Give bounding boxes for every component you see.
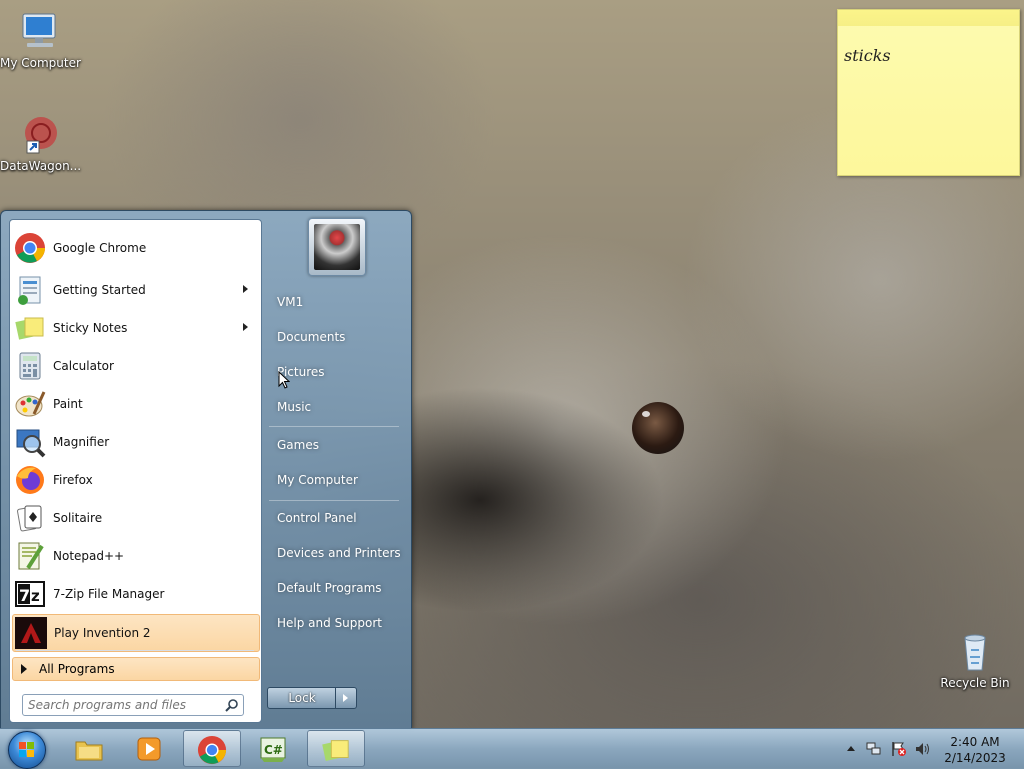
search-icon[interactable] bbox=[225, 698, 239, 712]
right-pane-separator bbox=[269, 426, 399, 427]
program-notepadpp[interactable]: Notepad++ bbox=[12, 538, 258, 574]
action-center-flag-icon[interactable] bbox=[891, 741, 907, 757]
taskbar-button-csharp[interactable]: C# bbox=[245, 730, 303, 767]
program-label: 7-Zip File Manager bbox=[53, 587, 165, 601]
program-label: Getting Started bbox=[53, 283, 146, 297]
program-label: Google Chrome bbox=[53, 241, 147, 255]
desktop-icon-my-computer[interactable]: My Computer bbox=[0, 10, 81, 70]
svg-text:C#: C# bbox=[264, 743, 283, 757]
taskbar-button-chrome[interactable] bbox=[183, 730, 241, 767]
start-link-help-and-support[interactable]: Help and Support bbox=[267, 608, 401, 638]
program-magnifier[interactable]: Magnifier bbox=[12, 424, 258, 460]
lock-button[interactable]: Lock bbox=[267, 687, 337, 709]
program-label: Solitaire bbox=[53, 511, 103, 525]
computer-icon bbox=[17, 10, 61, 54]
program-label: Paint bbox=[53, 397, 83, 411]
show-hidden-icons-chevron-icon[interactable] bbox=[845, 741, 861, 757]
program-calculator[interactable]: Calculator bbox=[12, 348, 258, 384]
media-player-icon bbox=[134, 734, 164, 764]
program-google-chrome[interactable]: Google Chrome bbox=[12, 230, 258, 266]
svg-text:7: 7 bbox=[19, 586, 30, 605]
program-paint[interactable]: Paint bbox=[12, 386, 258, 422]
taskbar-clock[interactable]: 2:40 AM 2/14/2023 bbox=[935, 734, 1015, 766]
shutdown-options-arrow-button[interactable] bbox=[335, 687, 357, 709]
clock-date: 2/14/2023 bbox=[944, 751, 1006, 765]
program-label: Play Invention 2 bbox=[54, 626, 151, 640]
start-button[interactable] bbox=[8, 731, 46, 769]
calculator-icon bbox=[14, 350, 46, 382]
datawagon-shortcut-icon bbox=[17, 113, 61, 157]
program-getting-started[interactable]: Getting Started bbox=[12, 272, 258, 308]
taskbar: C# 2:40 AM 2/14/2023 bbox=[0, 728, 1024, 769]
user-avatar[interactable] bbox=[308, 218, 366, 276]
chrome-icon bbox=[197, 735, 227, 765]
sticky-notes-icon bbox=[321, 735, 351, 765]
desktop-icon-datawagon[interactable]: DataWagon... bbox=[0, 113, 82, 173]
windows-logo-icon bbox=[19, 742, 34, 757]
program-solitaire[interactable]: Solitaire bbox=[12, 500, 258, 536]
submenu-arrow-icon bbox=[243, 323, 248, 331]
all-programs-label: All Programs bbox=[39, 662, 115, 676]
program-label: Magnifier bbox=[53, 435, 110, 449]
all-programs-arrow-icon bbox=[21, 664, 27, 674]
desktop-icon-recycle-bin[interactable]: Recycle Bin bbox=[936, 630, 1014, 690]
notepadpp-icon bbox=[14, 540, 46, 572]
taskbar-button-explorer[interactable] bbox=[61, 730, 119, 767]
sticky-note-text[interactable]: sticks bbox=[838, 24, 897, 87]
start-link-games[interactable]: Games bbox=[267, 430, 401, 460]
taskbar-button-sticky-notes[interactable] bbox=[307, 730, 365, 767]
start-link-music[interactable]: Music bbox=[267, 392, 401, 422]
sticky-note[interactable]: sticks bbox=[837, 9, 1020, 176]
program-label: Notepad++ bbox=[53, 549, 125, 563]
program-play-invention-2[interactable]: Play Invention 2 bbox=[12, 614, 260, 652]
program-label: Sticky Notes bbox=[53, 321, 128, 335]
search-input[interactable] bbox=[23, 697, 225, 713]
program-label: Firefox bbox=[53, 473, 93, 487]
program-7zip[interactable]: 7 z 7-Zip File Manager bbox=[12, 576, 258, 612]
recycle-bin-icon bbox=[953, 630, 997, 674]
start-search-box[interactable] bbox=[22, 694, 244, 716]
volume-icon[interactable] bbox=[914, 741, 930, 757]
start-link-my-computer[interactable]: My Computer bbox=[267, 465, 401, 495]
7zip-icon: 7 z bbox=[14, 578, 46, 610]
magnifier-icon bbox=[14, 426, 46, 458]
start-link-devices-and-printers[interactable]: Devices and Printers bbox=[267, 538, 401, 568]
desktop-icon-label: My Computer bbox=[0, 56, 81, 70]
programs-separator bbox=[16, 650, 254, 651]
right-pane-separator bbox=[269, 500, 399, 501]
user-picture bbox=[314, 224, 360, 270]
folder-icon bbox=[74, 734, 104, 764]
all-programs-button[interactable]: All Programs bbox=[12, 657, 260, 681]
start-link-documents[interactable]: Documents bbox=[267, 322, 401, 352]
koala-eye bbox=[632, 402, 684, 454]
program-sticky-notes[interactable]: Sticky Notes bbox=[12, 310, 258, 346]
csharp-icon: C# bbox=[258, 734, 288, 764]
network-icon[interactable] bbox=[866, 741, 882, 757]
start-link-default-programs[interactable]: Default Programs bbox=[267, 573, 401, 603]
sticky-notes-icon bbox=[14, 312, 46, 344]
mouse-cursor-icon bbox=[278, 371, 290, 389]
desktop-icon-label: Recycle Bin bbox=[940, 676, 1010, 690]
play-invention-icon bbox=[15, 617, 47, 649]
start-link-vm1[interactable]: VM1 bbox=[267, 287, 401, 317]
paint-icon bbox=[14, 388, 46, 420]
getting-started-icon bbox=[14, 274, 46, 306]
submenu-arrow-icon bbox=[243, 285, 248, 293]
start-menu-programs-pane: Google Chrome Getting Started Sticky Not… bbox=[9, 219, 262, 723]
svg-text:z: z bbox=[31, 587, 40, 605]
clock-time: 2:40 AM bbox=[950, 735, 1000, 749]
desktop-icon-label: DataWagon... bbox=[0, 159, 82, 173]
solitaire-icon bbox=[14, 502, 46, 534]
program-firefox[interactable]: Firefox bbox=[12, 462, 258, 498]
taskbar-button-media-player[interactable] bbox=[121, 730, 179, 767]
program-label: Calculator bbox=[53, 359, 114, 373]
chrome-icon bbox=[14, 232, 46, 264]
start-link-control-panel[interactable]: Control Panel bbox=[267, 503, 401, 533]
start-menu: Google Chrome Getting Started Sticky Not… bbox=[0, 210, 412, 730]
firefox-icon bbox=[14, 464, 46, 496]
